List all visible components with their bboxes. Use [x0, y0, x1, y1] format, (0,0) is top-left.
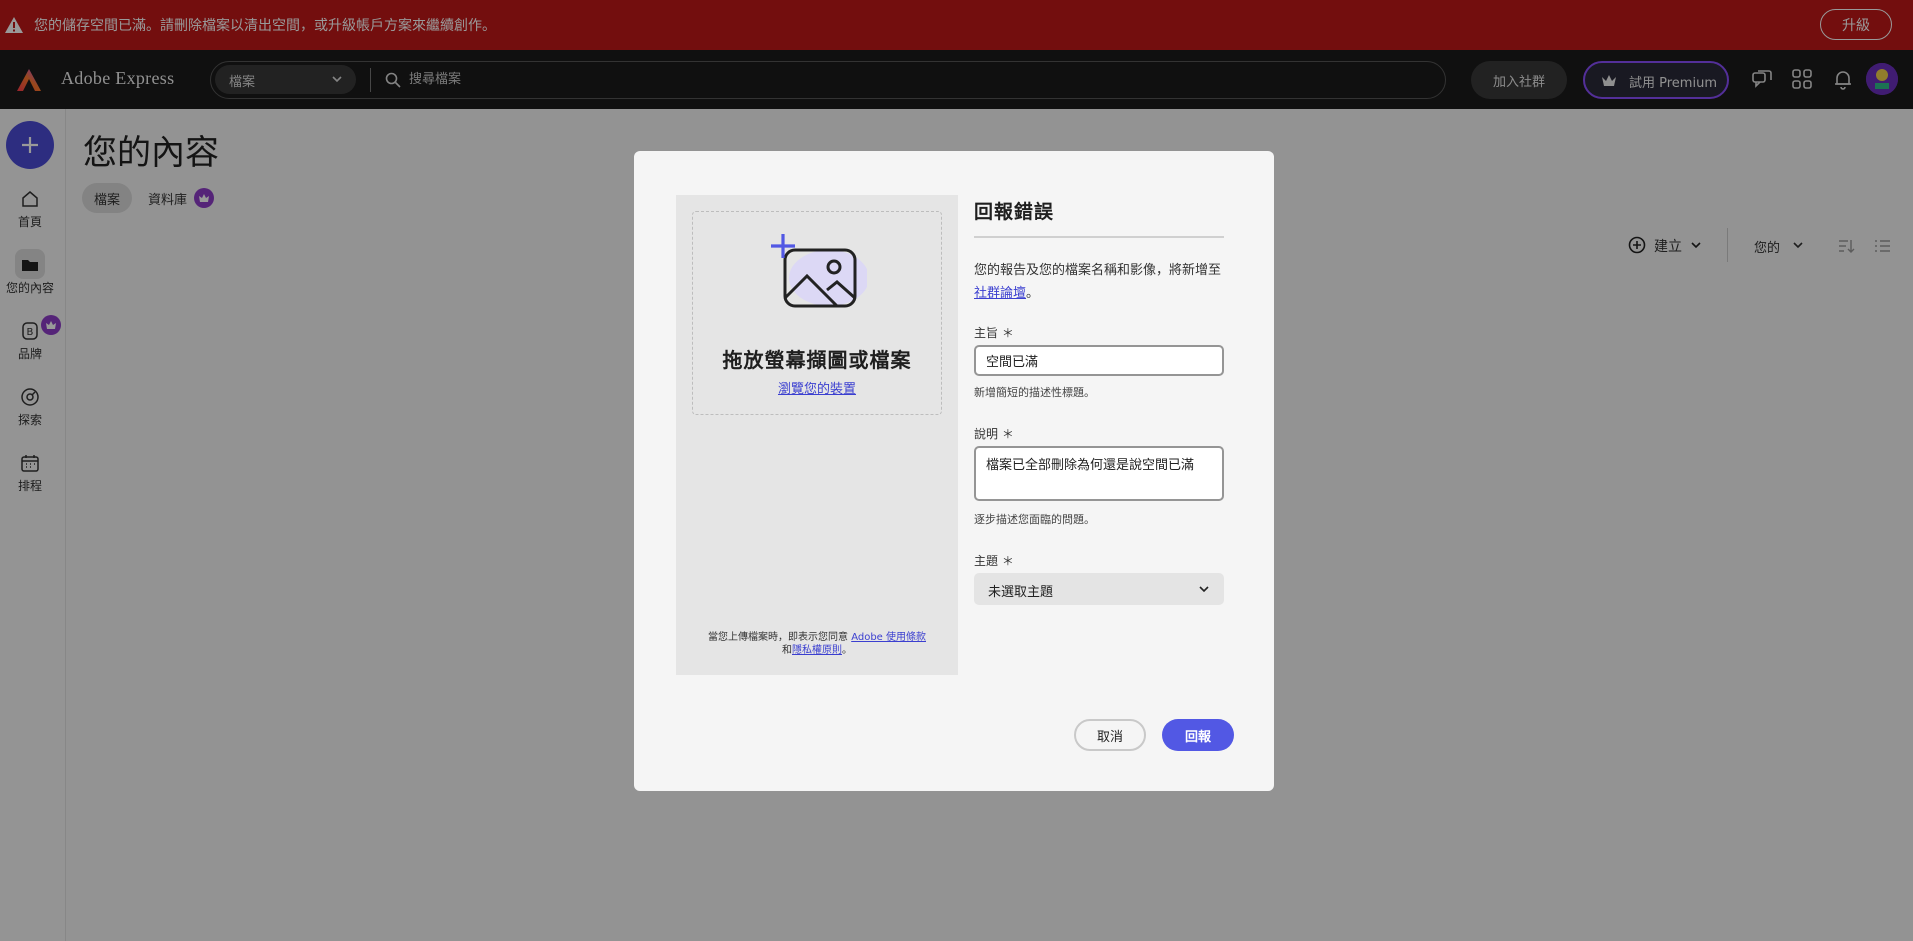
file-dropzone[interactable]: 拖放螢幕擷圖或檔案 瀏覽您的裝置 [692, 211, 942, 415]
topic-label: 主題 ＊ [974, 554, 1014, 568]
topic-select-value: 未選取主題 [988, 585, 1054, 600]
terms-of-use-link[interactable]: Adobe 使用條款 [851, 632, 926, 643]
subject-label: 主旨 ＊ [974, 326, 1014, 340]
submit-report-button[interactable]: 回報 [1162, 719, 1234, 751]
description-textarea[interactable]: 檔案已全部刪除為何還是說空間已滿 [974, 446, 1224, 501]
title-divider [974, 236, 1224, 238]
upload-terms: 當您上傳檔案時，即表示您同意 Adobe 使用條款 和隱私權原則。 [676, 631, 958, 657]
description-text: 您的報告及您的檔案名稱和影像，將新增至 [974, 263, 1222, 278]
terms-text: 和 [782, 645, 792, 656]
terms-text: 當您上傳檔案時，即表示您同意 [708, 632, 852, 643]
description-text: 。 [1026, 286, 1040, 301]
subject-input[interactable] [974, 345, 1224, 376]
image-upload-icon [771, 234, 867, 308]
privacy-policy-link[interactable]: 隱私權原則 [792, 645, 842, 656]
cancel-button[interactable]: 取消 [1074, 719, 1146, 751]
terms-text: 。 [842, 645, 852, 656]
description-label: 說明 ＊ [974, 427, 1014, 441]
browse-device-link[interactable]: 瀏覽您的裝置 [693, 378, 941, 397]
dialog-description: 您的報告及您的檔案名稱和影像，將新增至社群論壇。 [974, 259, 1230, 305]
community-forum-link[interactable]: 社群論壇 [974, 286, 1026, 301]
description-help-text: 逐步描述您面臨的問題。 [974, 513, 1095, 526]
dialog-title: 回報錯誤 [974, 201, 1055, 223]
chevron-down-icon [1199, 586, 1209, 593]
subject-help-text: 新增簡短的描述性標題。 [974, 386, 1095, 399]
topic-select[interactable]: 未選取主題 [974, 573, 1224, 605]
upload-panel: 拖放螢幕擷圖或檔案 瀏覽您的裝置 當您上傳檔案時，即表示您同意 Adobe 使用… [676, 195, 958, 675]
dropzone-title: 拖放螢幕擷圖或檔案 [722, 348, 912, 372]
report-bug-dialog: 拖放螢幕擷圖或檔案 瀏覽您的裝置 當您上傳檔案時，即表示您同意 Adobe 使用… [634, 151, 1274, 791]
